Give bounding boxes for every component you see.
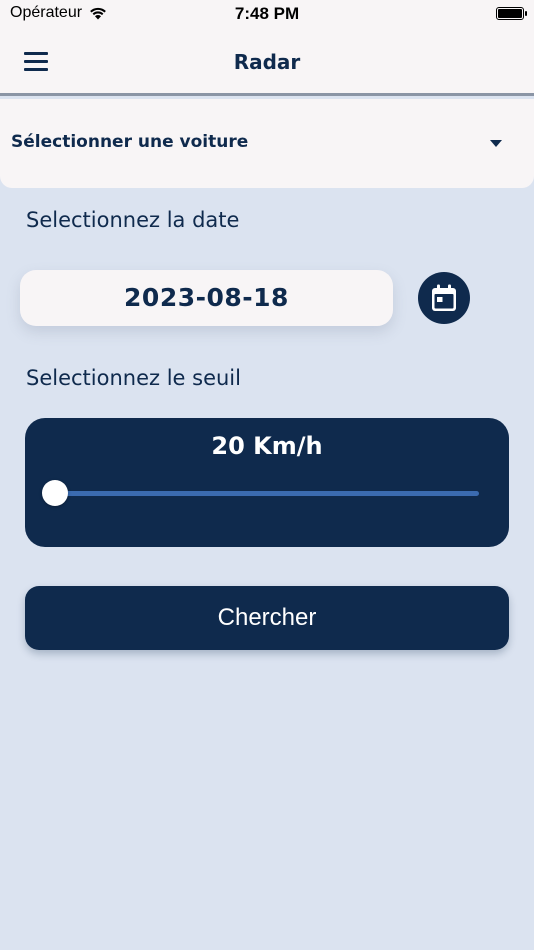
threshold-slider-track[interactable] [55,491,479,496]
calendar-icon [432,284,456,311]
threshold-slider-card: 20 Km/h [25,418,509,547]
app-bar: Radar [0,28,534,96]
caret-down-icon [490,140,502,147]
car-select-placeholder: Sélectionner une voiture [11,132,249,152]
threshold-value: 20 Km/h [211,432,323,460]
threshold-section-label: Selectionnez le seuil [26,366,241,390]
threshold-slider-thumb[interactable] [42,480,68,506]
car-select-dropdown[interactable]: Sélectionner une voiture [0,99,534,188]
search-button[interactable]: Chercher [25,586,509,650]
battery-icon [496,7,527,20]
page-title: Radar [233,50,301,74]
status-time: 7:48 PM [234,4,300,23]
calendar-button[interactable] [418,272,470,324]
date-field[interactable]: 2023-08-18 [20,270,393,326]
status-bar: Opérateur 7:48 PM [0,0,534,28]
date-section-label: Selectionnez la date [26,208,240,232]
